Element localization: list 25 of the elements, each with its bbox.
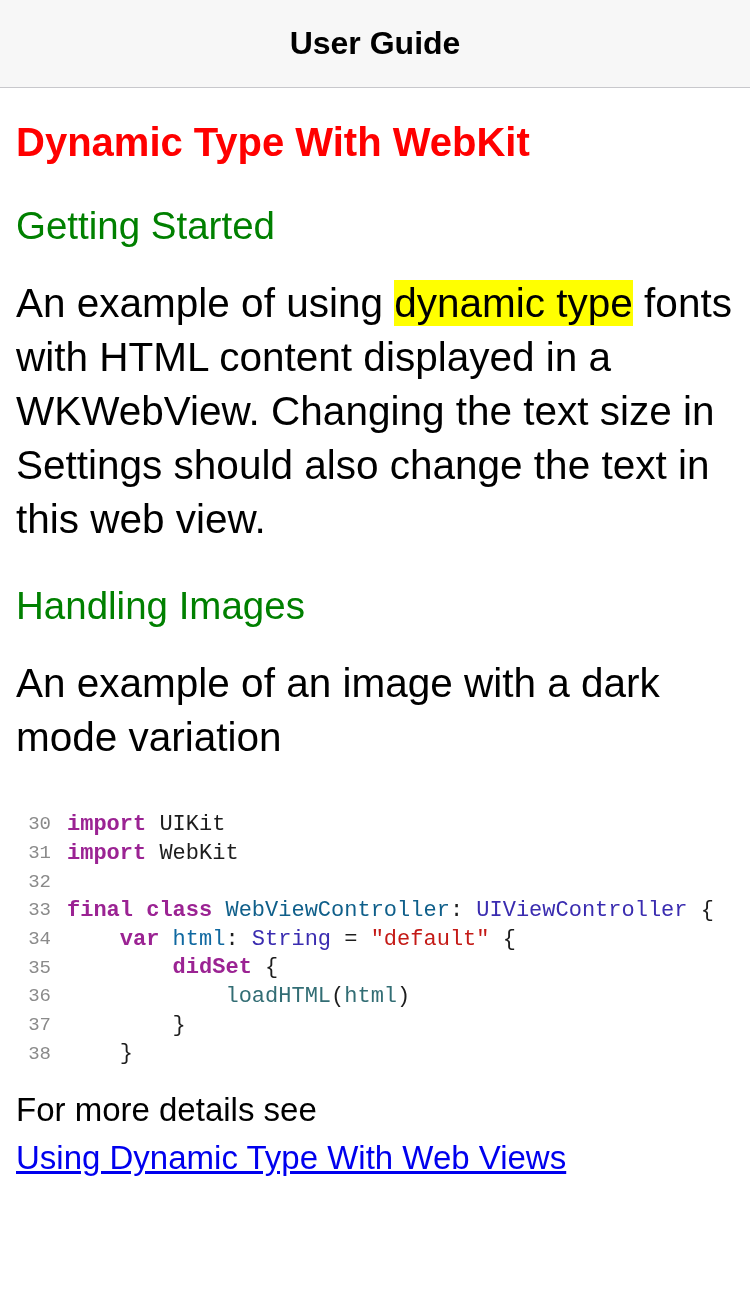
line-number: 37: [27, 1014, 51, 1037]
body-paragraph: An example of using dynamic type fonts with HTML content displayed in a WKWebView. Changing the text size in Settings should also change the text in this web view.: [16, 279, 733, 544]
section-heading: Getting Started: [16, 204, 276, 248]
guide-link[interactable]: Using Dynamic Type With Web Views: [16, 1139, 567, 1177]
code-line: final class WebViewController: UIViewController {: [67, 897, 714, 923]
line-number: 34: [27, 928, 51, 951]
line-number: 38: [27, 1042, 51, 1065]
article-title: Dynamic Type With WebKit: [16, 119, 531, 166]
navigation-title: User Guide: [289, 25, 461, 62]
body-paragraph: An example of an image with a dark mode variation: [16, 659, 661, 762]
code-line: }: [171, 1012, 186, 1038]
code-line: import UIKit: [67, 811, 226, 837]
section-heading: Handling Images: [16, 584, 306, 628]
code-line: }: [118, 1041, 133, 1067]
code-line: loadHTML(html): [224, 983, 411, 1009]
line-number: 33: [27, 899, 51, 922]
line-number: 35: [27, 956, 51, 979]
code-line: var html: String = "default" {: [118, 926, 516, 952]
line-number: 30: [27, 813, 51, 836]
line-number: 32: [27, 870, 51, 893]
line-number: 36: [27, 985, 51, 1008]
code-line: import WebKit: [67, 840, 239, 866]
footer-paragraph: For more details see Using Dynamic Type With Web Views: [16, 1090, 568, 1179]
line-number: 31: [27, 842, 51, 865]
code-line: didSet {: [171, 955, 279, 981]
